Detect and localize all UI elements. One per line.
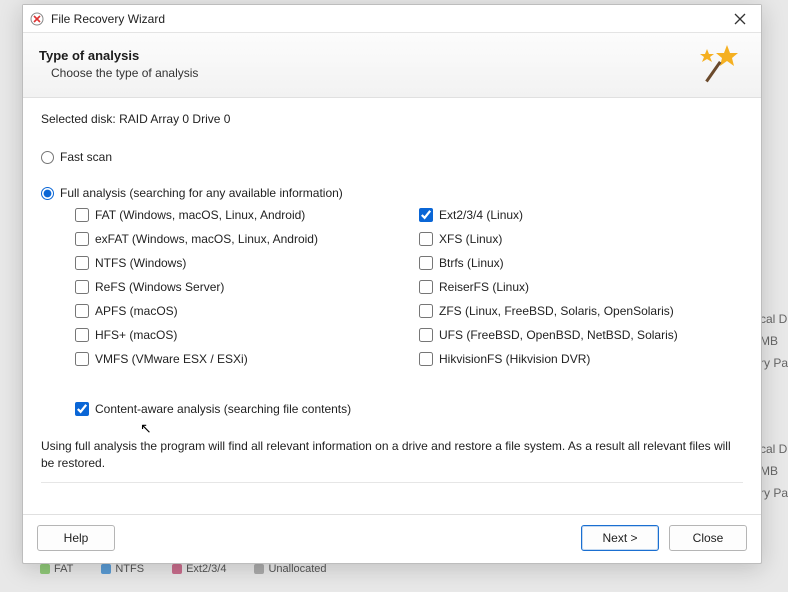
fs-checkbox-input-vmfs[interactable] <box>75 352 89 366</box>
selected-disk-value: RAID Array 0 Drive 0 <box>119 112 230 126</box>
header-title: Type of analysis <box>39 48 697 63</box>
selected-disk-line: Selected disk: RAID Array 0 Drive 0 <box>41 112 743 126</box>
fs-checkbox-ufs[interactable]: UFS (FreeBSD, OpenBSD, NetBSD, Solaris) <box>419 328 743 342</box>
fs-checkbox-ext[interactable]: Ext2/3/4 (Linux) <box>419 208 743 222</box>
fast-scan-radio-input[interactable] <box>41 151 54 164</box>
fs-checkbox-apfs[interactable]: APFS (macOS) <box>75 304 399 318</box>
separator <box>41 482 743 483</box>
fs-label-btrfs: Btrfs (Linux) <box>439 256 504 270</box>
fs-label-zfs: ZFS (Linux, FreeBSD, Solaris, OpenSolari… <box>439 304 674 318</box>
fs-checkbox-reiserfs[interactable]: ReiserFS (Linux) <box>419 280 743 294</box>
fs-checkbox-input-xfs[interactable] <box>419 232 433 246</box>
fs-label-refs: ReFS (Windows Server) <box>95 280 224 294</box>
window-title: File Recovery Wizard <box>51 12 725 26</box>
fs-checkbox-refs[interactable]: ReFS (Windows Server) <box>75 280 399 294</box>
fs-label-hikfs: HikvisionFS (Hikvision DVR) <box>439 352 590 366</box>
wizard-footer: Help Next > Close <box>23 514 761 563</box>
help-button[interactable]: Help <box>37 525 115 551</box>
fs-checkbox-xfs[interactable]: XFS (Linux) <box>419 232 743 246</box>
fs-checkbox-fat[interactable]: FAT (Windows, macOS, Linux, Android) <box>75 208 399 222</box>
full-analysis-radio-input[interactable] <box>41 187 54 200</box>
fs-checkbox-input-zfs[interactable] <box>419 304 433 318</box>
fs-label-reiserfs: ReiserFS (Linux) <box>439 280 529 294</box>
fs-label-fat: FAT (Windows, macOS, Linux, Android) <box>95 208 305 222</box>
fs-checkbox-input-refs[interactable] <box>75 280 89 294</box>
close-button[interactable]: Close <box>669 525 747 551</box>
fs-checkbox-input-ntfs[interactable] <box>75 256 89 270</box>
fs-label-apfs: APFS (macOS) <box>95 304 178 318</box>
fs-checkbox-hikfs[interactable]: HikvisionFS (Hikvision DVR) <box>419 352 743 366</box>
fs-label-exfat: exFAT (Windows, macOS, Linux, Android) <box>95 232 318 246</box>
fs-checkbox-btrfs[interactable]: Btrfs (Linux) <box>419 256 743 270</box>
wizard-dialog: File Recovery Wizard Type of analysis Ch… <box>22 4 762 564</box>
app-icon <box>29 11 45 27</box>
fast-scan-radio[interactable]: Fast scan <box>41 150 743 164</box>
fs-label-vmfs: VMFS (VMware ESX / ESXi) <box>95 352 248 366</box>
titlebar: File Recovery Wizard <box>23 5 761 33</box>
fs-checkbox-ntfs[interactable]: NTFS (Windows) <box>75 256 399 270</box>
fs-label-hfs: HFS+ (macOS) <box>95 328 177 342</box>
content-aware-label: Content-aware analysis (searching file c… <box>95 402 351 416</box>
fs-checkbox-zfs[interactable]: ZFS (Linux, FreeBSD, Solaris, OpenSolari… <box>419 304 743 318</box>
fs-label-ntfs: NTFS (Windows) <box>95 256 186 270</box>
fs-checkbox-input-reiserfs[interactable] <box>419 280 433 294</box>
selected-disk-label: Selected disk: <box>41 112 116 126</box>
fs-checkbox-input-btrfs[interactable] <box>419 256 433 270</box>
fs-checkbox-input-hikfs[interactable] <box>419 352 433 366</box>
full-analysis-radio[interactable]: Full analysis (searching for any availab… <box>41 186 743 200</box>
close-icon[interactable] <box>725 8 755 30</box>
fs-checkbox-hfs[interactable]: HFS+ (macOS) <box>75 328 399 342</box>
fs-checkbox-exfat[interactable]: exFAT (Windows, macOS, Linux, Android) <box>75 232 399 246</box>
wizard-body: Selected disk: RAID Array 0 Drive 0 Fast… <box>23 98 761 514</box>
header-subtitle: Choose the type of analysis <box>51 66 697 80</box>
fs-label-ext: Ext2/3/4 (Linux) <box>439 208 523 222</box>
background-legend: FAT NTFS Ext2/3/4 Unallocated <box>40 563 327 575</box>
fs-label-xfs: XFS (Linux) <box>439 232 502 246</box>
fast-scan-label: Fast scan <box>60 150 112 164</box>
content-aware-checkbox[interactable]: Content-aware analysis (searching file c… <box>75 402 743 416</box>
analysis-description: Using full analysis the program will fin… <box>41 438 743 472</box>
fs-checkbox-input-exfat[interactable] <box>75 232 89 246</box>
next-button[interactable]: Next > <box>581 525 659 551</box>
fs-checkbox-vmfs[interactable]: VMFS (VMware ESX / ESXi) <box>75 352 399 366</box>
filesystem-grid: FAT (Windows, macOS, Linux, Android) exFA… <box>75 208 743 376</box>
content-aware-checkbox-input[interactable] <box>75 402 89 416</box>
background-panel: cal D MB ry Pa cal D MB ry Pa <box>760 310 788 506</box>
wizard-wand-icon <box>697 43 745 85</box>
fs-checkbox-input-apfs[interactable] <box>75 304 89 318</box>
fs-checkbox-input-ufs[interactable] <box>419 328 433 342</box>
fs-checkbox-input-ext[interactable] <box>419 208 433 222</box>
fs-checkbox-input-fat[interactable] <box>75 208 89 222</box>
fs-label-ufs: UFS (FreeBSD, OpenBSD, NetBSD, Solaris) <box>439 328 678 342</box>
full-analysis-label: Full analysis (searching for any availab… <box>60 186 343 200</box>
wizard-header: Type of analysis Choose the type of anal… <box>23 33 761 98</box>
fs-checkbox-input-hfs[interactable] <box>75 328 89 342</box>
